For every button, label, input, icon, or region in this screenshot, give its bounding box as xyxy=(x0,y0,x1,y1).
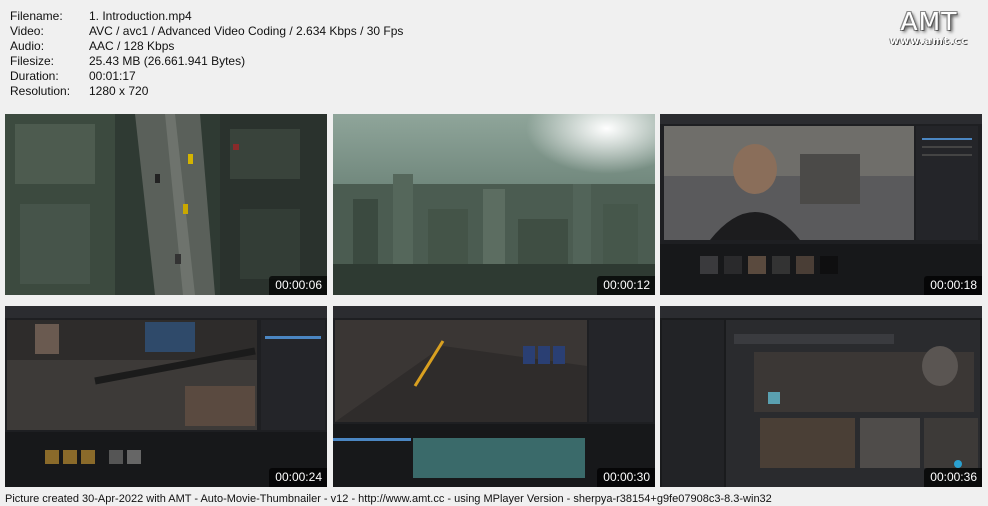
timestamp: 00:00:12 xyxy=(597,276,655,295)
meta-value: 00:01:17 xyxy=(89,69,136,83)
video-metadata: Filename: 1. Introduction.mp4 Video: AVC… xyxy=(10,9,403,99)
editor-character-image xyxy=(660,114,982,295)
thumbnail-2[interactable]: 00:00:12 xyxy=(333,114,655,295)
meta-key: Video: xyxy=(10,24,44,38)
city-skyline-image xyxy=(333,114,655,295)
thumbnail-3[interactable]: 00:00:18 xyxy=(660,114,982,295)
meta-row-filesize: Filesize: 25.43 MB (26.661.941 Bytes) xyxy=(10,54,403,69)
meta-key: Audio: xyxy=(10,39,45,53)
timestamp: 00:00:18 xyxy=(924,276,982,295)
meta-row-resolution: Resolution: 1280 x 720 xyxy=(10,84,403,99)
meta-row-filename: Filename: 1. Introduction.mp4 xyxy=(10,9,403,24)
meta-key: Filesize: xyxy=(10,54,55,68)
amt-logo: AMT www.amt.cc xyxy=(884,7,974,48)
meta-value: 25.43 MB (26.661.941 Bytes) xyxy=(89,54,246,68)
meta-key: Duration: xyxy=(10,69,59,83)
meta-value: 1. Introduction.mp4 xyxy=(89,9,192,23)
meta-row-duration: Duration: 00:01:17 xyxy=(10,69,403,84)
timestamp: 00:00:06 xyxy=(269,276,327,295)
thumbnail-6[interactable]: 00:00:36 xyxy=(660,306,982,487)
editor-street-props-image xyxy=(5,306,327,487)
thumbnail-5[interactable]: 00:00:30 xyxy=(333,306,655,487)
meta-row-video: Video: AVC / avc1 / Advanced Video Codin… xyxy=(10,24,403,39)
timestamp: 00:00:24 xyxy=(269,468,327,487)
meta-value: 1280 x 720 xyxy=(89,84,149,98)
aerial-city-street-image xyxy=(5,114,327,295)
editor-sequencer-image xyxy=(333,306,655,487)
logo-title: AMT xyxy=(900,7,958,36)
meta-key: Resolution: xyxy=(10,84,71,98)
meta-value: AVC / avc1 / Advanced Video Coding / 2.6… xyxy=(89,24,404,38)
timestamp: 00:00:36 xyxy=(924,468,982,487)
meta-value: AAC / 128 Kbps xyxy=(89,39,175,53)
thumbnail-1[interactable]: 00:00:06 xyxy=(5,114,327,295)
thumbnail-4[interactable]: 00:00:24 xyxy=(5,306,327,487)
asset-browser-image xyxy=(660,306,982,487)
footer-credit: Picture created 30-Apr-2022 with AMT - A… xyxy=(5,493,772,505)
meta-key: Filename: xyxy=(10,9,63,23)
meta-row-audio: Audio: AAC / 128 Kbps xyxy=(10,39,403,54)
logo-url: www.amt.cc xyxy=(889,36,969,47)
timestamp: 00:00:30 xyxy=(597,468,655,487)
